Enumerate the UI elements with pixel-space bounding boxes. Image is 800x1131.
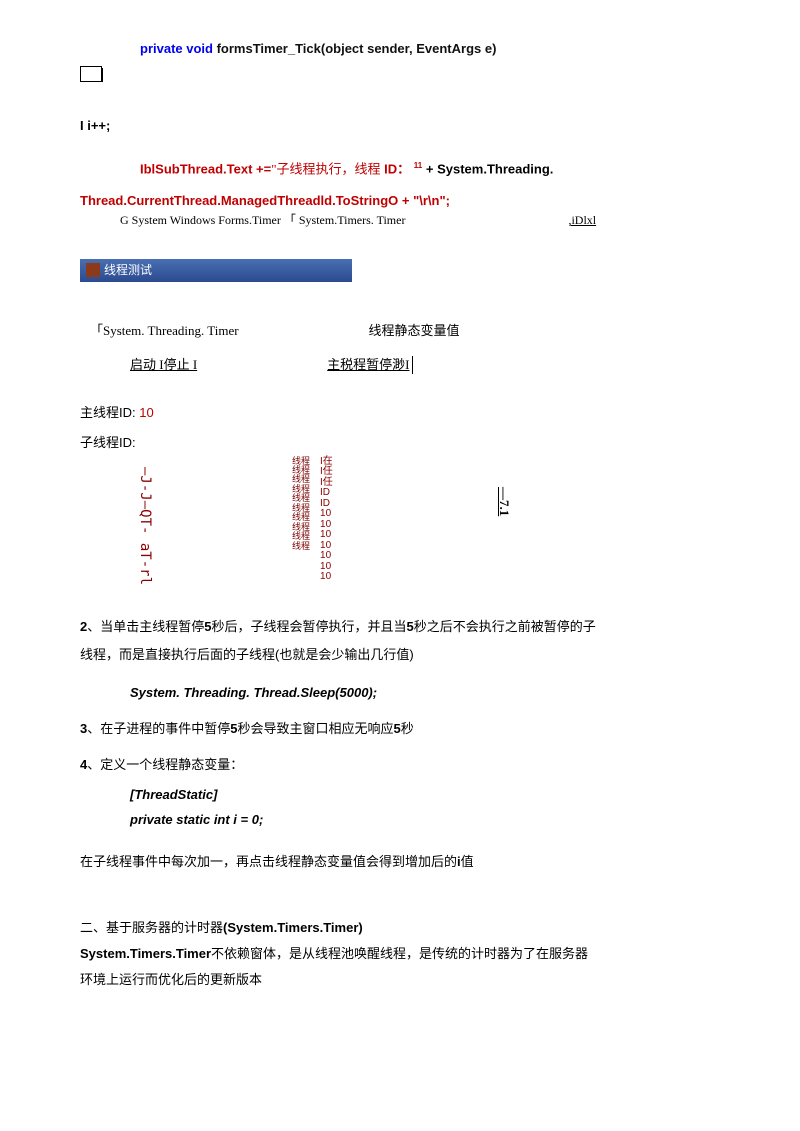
main-thread-id: 主线程ID: 10 bbox=[80, 404, 720, 422]
vertical-text-1: —J-J—QT- aT-rl bbox=[144, 467, 154, 585]
paragraph-5: 在子线程事件中每次加一，再点击线程静态变量值会得到增加后的i值 bbox=[80, 849, 720, 875]
p2f: 线程，而是直接执行后面的子线程(也就是会少输出几行值) bbox=[80, 647, 414, 662]
code-threadstatic: [ThreadStatic] bbox=[130, 786, 720, 804]
box-indicator bbox=[80, 58, 720, 87]
note-text: G System Windows Forms.Timer 「 System.Ti… bbox=[120, 213, 405, 227]
window-titlebar: 线程测试 bbox=[80, 259, 352, 282]
timer-label: 「System. Threading. Timer bbox=[90, 322, 239, 340]
code-declaration: private void formsTimer_Tick(object send… bbox=[140, 40, 720, 58]
main-thread-label: 主线程ID: bbox=[80, 405, 139, 420]
thread-graphic: —J-J—QT- aT-rl 线程 线程 线程 线程 线程 线程 线程 线程 线… bbox=[140, 457, 720, 583]
section-2: 二、基于服务器的计时器(System.Timers.Timer) System.… bbox=[80, 915, 720, 993]
code-static-int: private static int i = 0; bbox=[130, 811, 720, 829]
method-sig: formsTimer_Tick(object sender, EventArgs… bbox=[217, 41, 497, 56]
superscript: 11 bbox=[414, 161, 422, 170]
plus-sys: + System.Threading. bbox=[422, 161, 553, 176]
ui-row-2: 启动 I停止 I 主税程暂停渺I bbox=[80, 356, 720, 374]
p4a: 、定义一个线程静态变量： bbox=[87, 757, 243, 772]
titlebar-text: 线程测试 bbox=[104, 262, 152, 279]
start-stop-button[interactable]: 启动 I停止 I bbox=[130, 356, 197, 374]
paragraph-3: 3、在子进程的事件中暂停5秒会导致主窗口相应无响应5秒 bbox=[80, 720, 720, 738]
sec-b: (System.Timers.Timer) bbox=[223, 920, 363, 935]
keyword: private void bbox=[140, 41, 217, 56]
vertical-7: —7.1 bbox=[503, 487, 513, 516]
code-line-3: Thread.CurrentThread.ManagedThreadld.ToS… bbox=[80, 192, 720, 210]
pause-button[interactable]: 主税程暂停渺I bbox=[327, 356, 412, 374]
id-label: ID： bbox=[381, 161, 411, 176]
p3d: 5 bbox=[394, 721, 401, 736]
paragraph-2: 2、当单击主线程暂停5秒后，子线程会暂停执行，并且当5秒之后不会执行之前被暂停的… bbox=[80, 613, 720, 670]
p2e: 秒之后不会执行之前被暂停的子 bbox=[414, 619, 596, 634]
paragraph-4: 4、定义一个线程静态变量： bbox=[80, 756, 720, 774]
code-line-2: IblSubThread.Text +="子线程执行，线程 ID： 11 + S… bbox=[140, 160, 720, 179]
thread-column: 线程 线程 线程 线程 线程 线程 线程 线程 线程 线程 bbox=[292, 457, 310, 551]
p2d: 5 bbox=[407, 619, 414, 634]
sec-a: 二、基于服务器的计时器 bbox=[80, 920, 223, 935]
note-line: G System Windows Forms.Timer 「 System.Ti… bbox=[120, 212, 720, 229]
p5a: 在子线程事件中每次加一，再点击线程静态变量值会得到增加后的 bbox=[80, 854, 457, 869]
main-thread-value: 10 bbox=[139, 405, 153, 420]
p3e: 秒 bbox=[401, 721, 414, 736]
string-literal: "子线程执行，线程 bbox=[271, 161, 380, 176]
ui-row-1: 「System. Threading. Timer 线程静态变量值 bbox=[80, 322, 720, 340]
p3a: 、在子进程的事件中暂停 bbox=[87, 721, 230, 736]
p2c: 秒后，子线程会暂停执行，并且当 bbox=[211, 619, 406, 634]
p3c: 秒会导致主窗口相应无响应 bbox=[237, 721, 393, 736]
lbl-prefix: IblSubThread.Text += bbox=[140, 161, 271, 176]
static-var-label: 线程静态变量值 bbox=[369, 322, 460, 340]
p5c: 值 bbox=[461, 854, 474, 869]
code-sleep: System. Threading. Thread.Sleep(5000); bbox=[130, 684, 720, 702]
id-column: I在 I任 I任 ID ID 10 10 10 10 10 10 10 bbox=[320, 457, 333, 583]
sec2c: 环境上运行而优化后的更新版本 bbox=[80, 972, 262, 987]
code-increment: I i++; bbox=[80, 117, 720, 135]
sec2a: System.Timers.Timer bbox=[80, 946, 211, 961]
idlxl: ,iDlxl bbox=[568, 213, 596, 227]
titlebar-icon bbox=[86, 263, 100, 277]
sec2b: 不依赖窗体，是从线程池唤醒线程，是传统的计时器为了在服务器 bbox=[211, 946, 588, 961]
p2a: 、当单击主线程暂停 bbox=[87, 619, 204, 634]
sub-thread-id: 子线程ID: bbox=[80, 434, 720, 452]
